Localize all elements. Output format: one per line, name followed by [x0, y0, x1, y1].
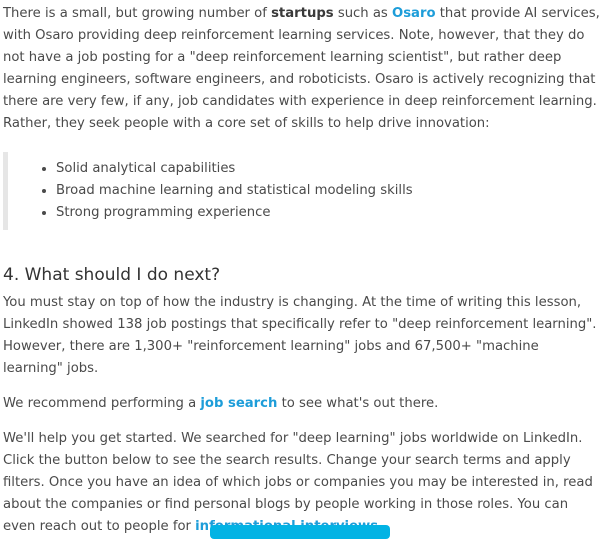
job-search-link[interactable]: job search	[200, 396, 277, 411]
list-item: Broad machine learning and statistical m…	[56, 180, 600, 202]
skills-list: Solid analytical capabilities Broad mach…	[8, 158, 600, 224]
industry-paragraph: You must stay on top of how the industry…	[3, 295, 597, 376]
intro-text-1: There is a small, but growing number of	[3, 6, 272, 21]
section-heading: 4. What should I do next?	[3, 265, 221, 285]
startups-bold: startups	[271, 6, 334, 21]
list-item: Strong programming experience	[56, 202, 600, 224]
intro-text-3: that provide AI services, with Osaro pro…	[3, 6, 600, 131]
skills-blockquote: Solid analytical capabilities Broad mach…	[3, 152, 600, 230]
get-started-paragraph: We'll help you get started. We searched …	[3, 428, 600, 538]
intro-text-2: such as	[333, 6, 392, 21]
article-content: There is a small, but growing number of …	[3, 3, 600, 551]
osaro-link[interactable]: Osaro	[392, 6, 436, 21]
job-search-text-before: We recommend performing a	[3, 396, 201, 411]
intro-paragraph: There is a small, but growing number of …	[3, 3, 600, 135]
job-search-paragraph: We recommend performing a job search to …	[3, 393, 600, 415]
job-search-text-after: to see what's out there.	[277, 396, 439, 411]
list-item: Solid analytical capabilities	[56, 158, 600, 180]
linkedin-search-button[interactable]	[210, 525, 390, 539]
